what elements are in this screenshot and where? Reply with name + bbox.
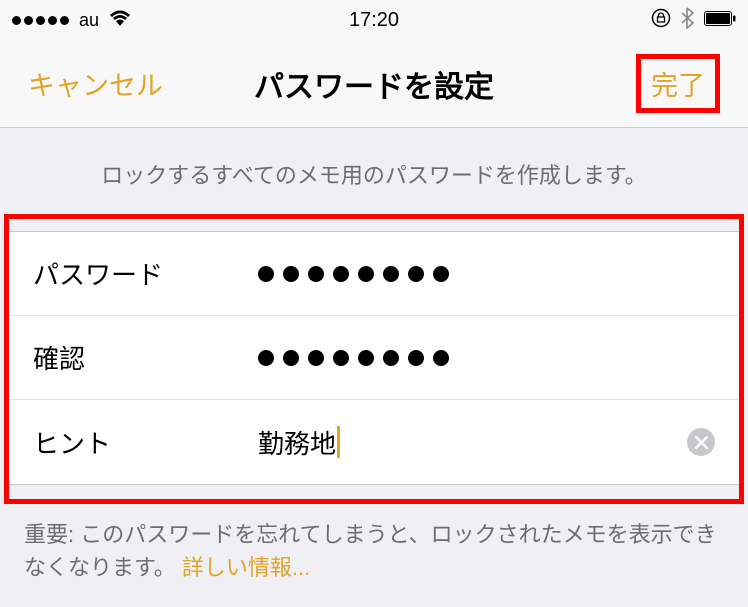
carrier-label: au [79, 10, 99, 31]
text-cursor [337, 426, 340, 458]
form-highlight: パスワード 確認 ヒント 勤務地 [4, 214, 744, 504]
wifi-icon [109, 9, 131, 31]
hint-value-text: 勤務地 [258, 424, 336, 461]
hint-label: ヒント [33, 424, 258, 461]
navigation-bar: キャンセル パスワードを設定 完了 [0, 40, 748, 128]
done-button[interactable]: 完了 [651, 64, 705, 103]
password-field[interactable] [258, 266, 715, 282]
footer-note: 重要: このパスワードを忘れてしまうと、ロックされたメモを表示できなくなります。… [0, 504, 748, 598]
close-icon [695, 436, 708, 449]
confirm-label: 確認 [33, 339, 258, 376]
password-label: パスワード [33, 255, 258, 292]
cancel-button[interactable]: キャンセル [28, 64, 163, 103]
signal-strength-icon [12, 16, 69, 25]
password-form: パスワード 確認 ヒント 勤務地 [9, 231, 739, 485]
status-bar: au 17:20 [0, 0, 748, 40]
confirm-field[interactable] [258, 350, 715, 366]
status-left: au [12, 9, 131, 31]
done-highlight: 完了 [636, 54, 720, 113]
page-title: パスワードを設定 [254, 62, 494, 106]
bluetooth-icon [681, 7, 694, 34]
confirm-row[interactable]: 確認 [9, 316, 739, 400]
hint-row[interactable]: ヒント 勤務地 [9, 400, 739, 484]
description-text: ロックするすべてのメモ用のパスワードを作成します。 [0, 128, 748, 214]
password-row[interactable]: パスワード [9, 232, 739, 316]
status-right [651, 7, 736, 34]
battery-icon [704, 10, 736, 31]
clear-button[interactable] [687, 428, 715, 456]
orientation-lock-icon [651, 8, 671, 33]
footer-note-text: 重要: このパスワードを忘れてしまうと、ロックされたメモを表示できなくなります。 [24, 522, 717, 580]
status-time: 17:20 [349, 9, 399, 32]
more-info-link[interactable]: 詳しい情報... [182, 555, 310, 580]
hint-field[interactable]: 勤務地 [258, 424, 677, 461]
